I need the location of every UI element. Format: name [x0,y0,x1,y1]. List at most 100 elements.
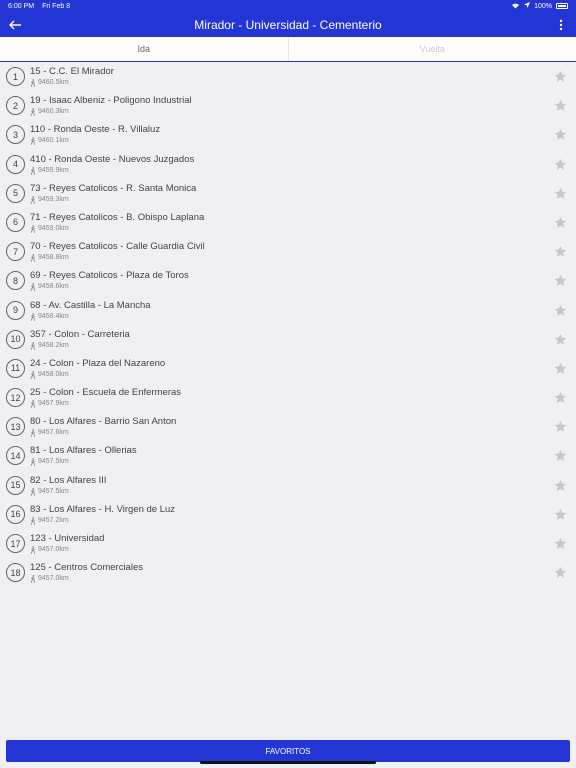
stop-row[interactable]: 4 410 - Ronda Oeste - Nuevos Juzgados 94… [0,151,576,180]
more-vert-icon [559,19,563,30]
stop-distance: 9460.1km [30,136,160,146]
stop-info: 80 - Los Alfares - Barrio San Anton 9457… [30,416,176,438]
stop-distance-value: 9457.2km [38,516,69,524]
favorite-star-icon[interactable] [554,362,567,375]
stop-row[interactable]: 3 110 - Ronda Oeste - R. Villaluz 9460.1… [0,121,576,150]
stop-info: 69 - Reyes Catolicos - Plaza de Toros 94… [30,270,189,292]
home-indicator [200,761,376,764]
favorite-star-icon[interactable] [554,128,567,141]
favorites-button[interactable]: FAVORITOS [6,740,570,762]
stop-distance: 9459.9km [30,166,194,176]
favorite-star-icon[interactable] [554,99,567,112]
stop-distance-value: 9460.1km [38,137,69,145]
app-bar: Mirador - Universidad - Cementerio [0,12,576,37]
favorite-star-icon[interactable] [554,70,567,83]
stop-name: 68 - Av. Castilla - La Mancha [30,299,151,311]
favorite-star-icon[interactable] [554,274,567,287]
stop-number: 13 [6,417,25,437]
stop-info: 123 - Universidad 9457.0km [30,533,104,555]
stop-info: 24 - Colon - Plaza del Nazareno 9458.0km [30,358,165,380]
stop-name: 24 - Colon - Plaza del Nazareno [30,357,166,369]
stop-distance: 9460.3km [30,107,192,117]
stop-number: 8 [6,271,25,291]
stop-distance-value: 9457.5km [38,487,69,495]
favorite-star-icon[interactable] [554,537,567,550]
stop-row[interactable]: 10 357 - Colon - Carreteria 9458.2km [0,326,576,355]
stop-name: 73 - Reyes Catolicos - R. Santa Monica [30,182,197,194]
tab-ida[interactable]: Ida [0,37,288,61]
stop-row[interactable]: 15 82 - Los Alfares III 9457.5km [0,472,576,501]
stop-name: 25 - Colon - Escuela de Enfermeras [30,387,182,399]
stop-row[interactable]: 1 15 - C.C. El Mirador 9460.5km [0,63,576,92]
direction-tabs: Ida Vuelta [0,37,576,62]
favorite-star-icon[interactable] [554,216,567,229]
favorite-star-icon[interactable] [554,187,567,200]
stop-row[interactable]: 14 81 - Los Alfares - Ollerias 9457.5km [0,442,576,471]
stop-info: 110 - Ronda Oeste - R. Villaluz 9460.1km [30,124,160,146]
stop-name: 81 - Los Alfares - Ollerias [30,445,137,457]
stop-row[interactable]: 5 73 - Reyes Catolicos - R. Santa Monica… [0,180,576,209]
walking-icon [30,575,35,584]
walking-icon [30,516,35,525]
stop-info: 83 - Los Alfares - H. Virgen de Luz 9457… [30,504,175,526]
battery-percent: 100% [534,2,552,10]
walking-icon [30,108,35,117]
favorite-star-icon[interactable] [554,449,567,462]
walking-icon [30,254,35,263]
stop-distance: 9458.2km [30,341,130,351]
favorite-star-icon[interactable] [554,420,567,433]
stop-row[interactable]: 6 71 - Reyes Catolicos - B. Obispo Lapla… [0,209,576,238]
stop-row[interactable]: 7 70 - Reyes Catolicos - Calle Guardia C… [0,238,576,267]
favorite-star-icon[interactable] [554,508,567,521]
stop-number: 3 [6,125,25,145]
stop-distance: 9459.0km [30,224,204,234]
favorite-star-icon[interactable] [554,245,567,258]
stop-distance-value: 9458.0km [38,370,69,378]
more-menu-button[interactable] [546,12,576,37]
stop-number: 16 [6,504,25,524]
favorite-star-icon[interactable] [554,158,567,171]
stop-row[interactable]: 17 123 - Universidad 9457.0km [0,530,576,559]
walking-icon [30,137,35,146]
stop-name: 19 - Isaac Albeniz - Poligono Industrial [30,95,192,107]
stop-number: 1 [6,67,25,86]
stop-name: 80 - Los Alfares - Barrio San Anton [30,416,177,428]
favorite-star-icon[interactable] [554,566,567,579]
walking-icon [30,458,35,467]
stop-distance: 9457.6km [30,428,176,438]
stop-info: 15 - C.C. El Mirador 9460.5km [30,66,114,88]
stop-distance: 9457.9km [30,399,181,409]
stop-info: 81 - Los Alfares - Ollerias 9457.5km [30,445,137,467]
stop-distance: 9458.4km [30,312,151,322]
stop-row[interactable]: 12 25 - Colon - Escuela de Enfermeras 94… [0,384,576,413]
stop-row[interactable]: 11 24 - Colon - Plaza del Nazareno 9458.… [0,355,576,384]
back-button[interactable] [0,12,30,37]
stop-distance: 9457.5km [30,457,137,467]
stop-number: 2 [6,96,25,116]
stop-distance: 9458.0km [30,370,165,380]
stop-info: 357 - Colon - Carreteria 9458.2km [30,329,130,351]
walking-icon [30,400,35,409]
stop-row[interactable]: 16 83 - Los Alfares - H. Virgen de Luz 9… [0,501,576,530]
status-time: 6:00 PM [8,2,35,10]
favorite-star-icon[interactable] [554,479,567,492]
stop-row[interactable]: 13 80 - Los Alfares - Barrio San Anton 9… [0,413,576,442]
status-date: Fri Feb 8 [42,2,71,10]
stop-distance-value: 9460.3km [38,108,69,116]
tab-vuelta[interactable]: Vuelta [287,37,576,61]
stop-number: 11 [6,358,25,378]
stop-row[interactable]: 2 19 - Isaac Albeniz - Poligono Industri… [0,92,576,121]
stop-name: 357 - Colon - Carreteria [30,328,130,340]
stop-distance-value: 9458.6km [38,283,69,291]
favorite-star-icon[interactable] [554,304,567,317]
stop-row[interactable]: 8 69 - Reyes Catolicos - Plaza de Toros … [0,267,576,296]
stop-number: 9 [6,300,25,320]
stop-info: 82 - Los Alfares III 9457.5km [30,475,107,497]
favorite-star-icon[interactable] [554,391,567,404]
favorite-star-icon[interactable] [554,333,567,346]
stop-row[interactable]: 9 68 - Av. Castilla - La Mancha 9458.4km [0,297,576,326]
stop-info: 71 - Reyes Catolicos - B. Obispo Laplana… [30,212,204,234]
stop-row[interactable]: 18 125 - Centros Comerciales 9457.0km [0,559,576,588]
walking-icon [30,312,35,321]
stop-info: 125 - Centros Comerciales 9457.0km [30,562,143,584]
